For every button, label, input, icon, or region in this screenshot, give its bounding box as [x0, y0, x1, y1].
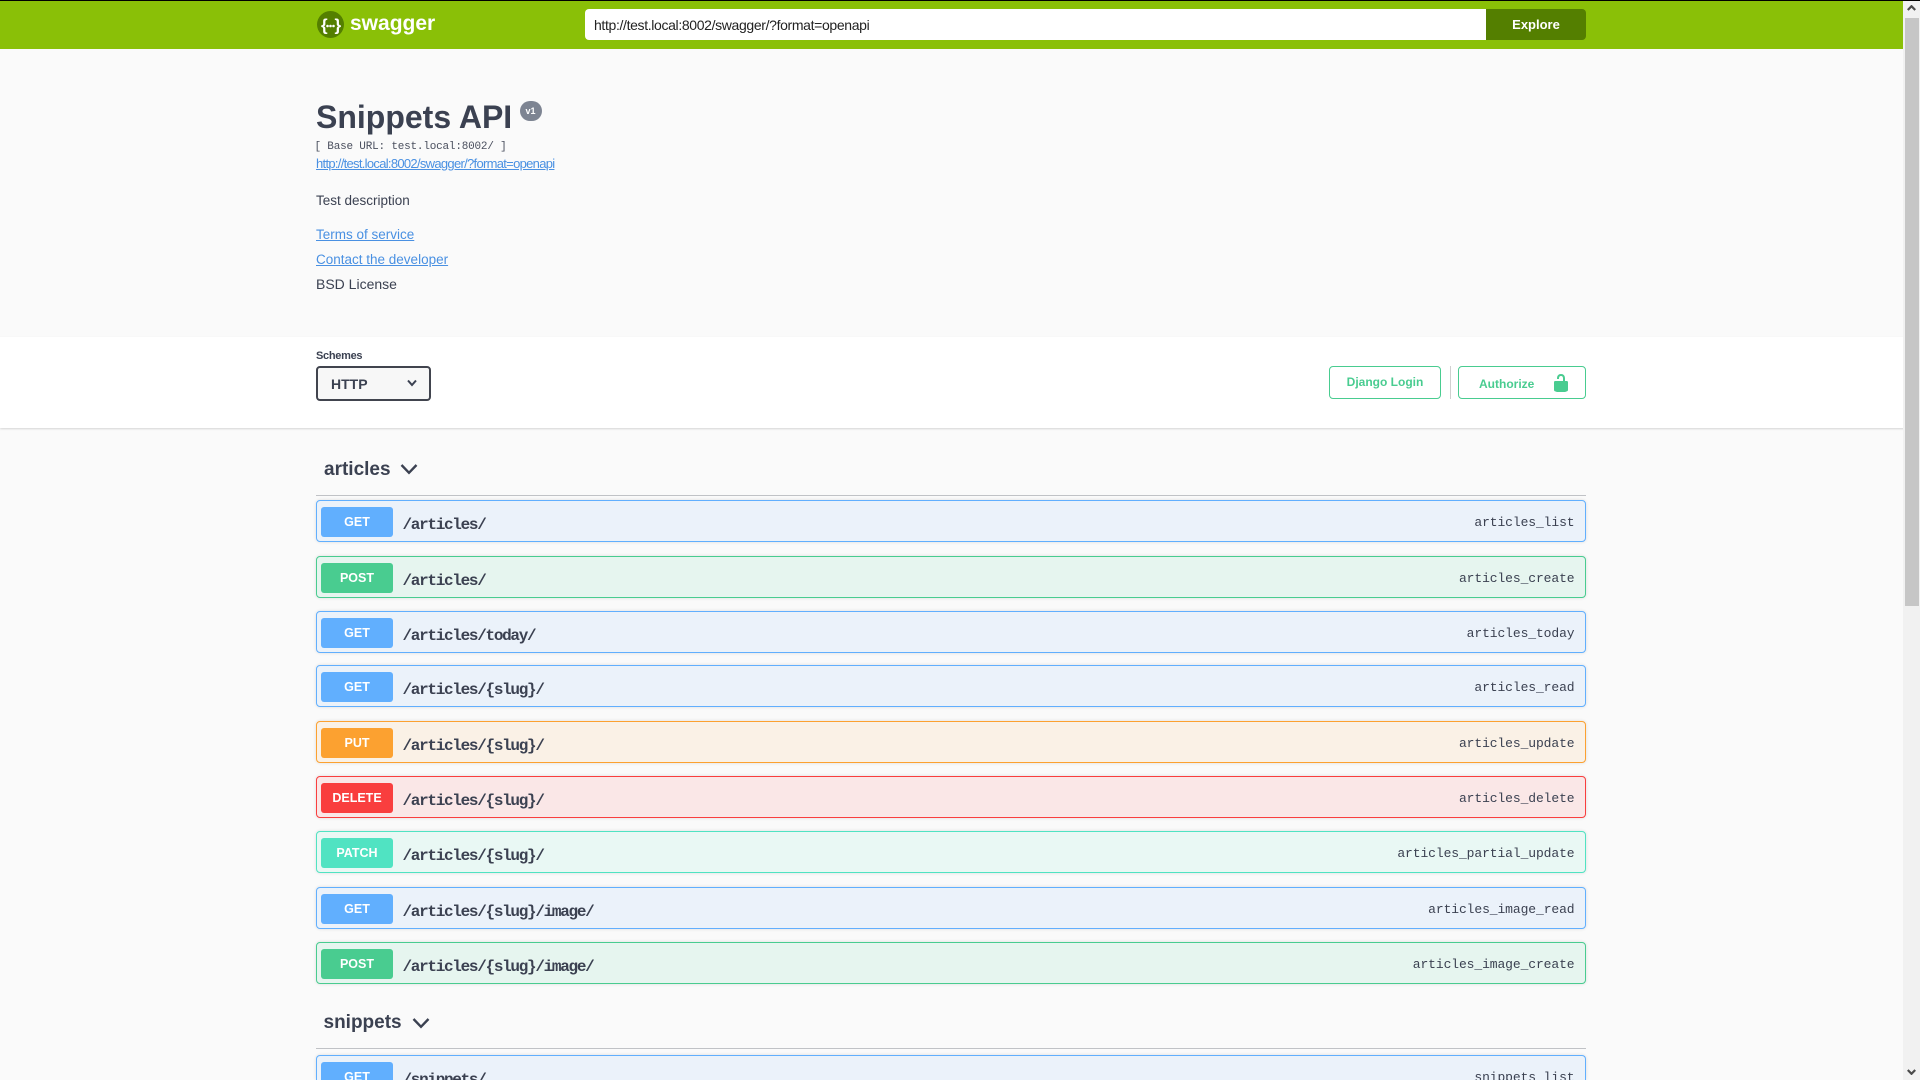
svg-text:}: } [335, 16, 342, 35]
